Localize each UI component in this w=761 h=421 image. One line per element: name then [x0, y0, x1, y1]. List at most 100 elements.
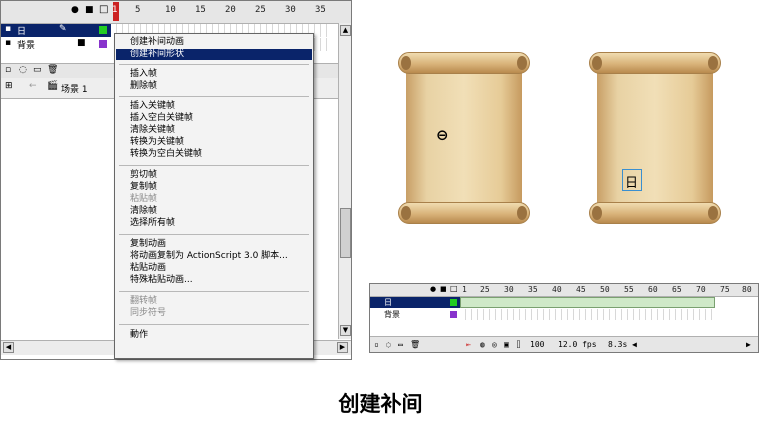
scroll-top-roll [398, 52, 530, 74]
timeline-status-bar: ▫ ◌ ▭ 🗑 ⇤ ◍ ◎ ▣ ⌷ 100 12.0 fps 8.3s ◀ ▶ [370, 336, 758, 352]
layer-row[interactable]: ▪ 日 ✎ [1, 24, 111, 37]
menu-item-delete-frame[interactable]: 删除帧 [116, 81, 312, 92]
menu-item-paste-motion-special[interactable]: 特殊粘贴动画... [116, 275, 312, 286]
lock-icon[interactable]: ■ [440, 285, 447, 293]
menu-item-clear-frames[interactable]: 清除帧 [116, 206, 312, 217]
outline-icon[interactable]: □ [450, 284, 458, 293]
scroll-left-icon[interactable]: ◀ [3, 342, 14, 353]
timeline-panel-small: ● ■ □ 1 25 30 35 40 45 50 55 60 65 70 75… [369, 283, 759, 353]
shape-tween-span[interactable] [460, 297, 715, 308]
layer-color-swatch[interactable] [450, 299, 457, 306]
clapper-icon: 🎬 [47, 81, 59, 91]
timeline-header: ● ■ □ 1 25 30 35 40 45 50 55 60 65 70 75… [370, 284, 758, 297]
roll-end [401, 56, 411, 70]
layer-color-swatch[interactable] [99, 40, 107, 48]
context-menu: 创建补间动画 创建补间形状 插入帧 删除帧 插入关键帧 插入空白关键帧 清除关键… [114, 33, 314, 359]
new-layer-icon[interactable]: ▫ [5, 65, 11, 75]
edit-multiple-frames-icon[interactable]: ▣ [504, 340, 509, 349]
layer-color-swatch[interactable] [450, 311, 457, 318]
center-frame-icon[interactable]: ⇤ [466, 340, 471, 349]
layer-name: 日 [384, 298, 392, 307]
menu-item-create-motion-tween[interactable]: 创建补间动画 [116, 37, 312, 48]
layer-row[interactable]: 日 [370, 297, 460, 308]
menu-item-cut-frames[interactable]: 剪切帧 [116, 170, 312, 181]
ruler-number: 25 [255, 5, 266, 15]
frame-row[interactable] [460, 309, 715, 320]
onion-skin-outline-icon[interactable]: ◎ [492, 340, 497, 349]
layer-row[interactable]: 背景 [370, 309, 460, 320]
ruler-number: 35 [528, 285, 538, 294]
menu-item-actions[interactable]: 動作 [116, 330, 312, 341]
shape-glyph[interactable]: ⊖ [436, 126, 449, 144]
menu-item-convert-to-keyframe[interactable]: 转换为关键帧 [116, 137, 312, 148]
delete-layer-icon[interactable]: 🗑 [47, 65, 58, 75]
roll-end [592, 56, 602, 70]
menu-item-copy-motion[interactable]: 复制动画 [116, 239, 312, 250]
ruler-number: 55 [624, 285, 634, 294]
roll-end [517, 56, 527, 70]
scroll-top-roll [589, 52, 721, 74]
scroll-up-icon[interactable]: ▲ [340, 25, 351, 36]
edit-scene-icon[interactable]: ⊞ [5, 81, 13, 91]
scroll-left-icon[interactable]: ◀ [632, 340, 637, 349]
eye-icon[interactable]: ● [430, 285, 436, 293]
layer-row[interactable]: ▪ 背景 ■ [1, 38, 111, 51]
scroll-thumb[interactable] [340, 208, 351, 258]
scroll-paper [597, 68, 713, 208]
ruler-number: 25 [480, 285, 490, 294]
scroll-right-icon[interactable]: ▶ [746, 340, 751, 349]
outline-icon[interactable]: □ [99, 4, 108, 15]
ruler-number: 75 [720, 285, 730, 294]
menu-item-insert-frame[interactable]: 插入帧 [116, 69, 312, 80]
scroll-bottom-roll [398, 202, 530, 224]
scroll-paper [406, 68, 522, 208]
menu-item-clear-keyframe[interactable]: 清除关键帧 [116, 125, 312, 136]
layer-color-swatch[interactable] [99, 26, 107, 34]
lock-icon[interactable]: ■ [85, 5, 94, 15]
lock-icon[interactable]: ■ [77, 38, 86, 48]
ruler-number: 10 [165, 5, 176, 15]
roll-end [708, 56, 718, 70]
ruler-number: 30 [504, 285, 514, 294]
menu-item-create-shape-tween[interactable]: 创建补间形状 [116, 49, 312, 60]
shape-glyph[interactable]: 日 [625, 172, 638, 191]
menu-item-select-all-frames[interactable]: 选择所有帧 [116, 218, 312, 229]
scene-label[interactable]: 场景 1 [61, 82, 88, 95]
add-guide-icon[interactable]: ◌ [386, 340, 391, 349]
ruler-number: 30 [285, 5, 296, 15]
back-arrow-icon[interactable]: ← [29, 81, 37, 91]
vertical-scrollbar[interactable]: ▲ ▼ [338, 23, 351, 339]
menu-separator [119, 234, 309, 235]
menu-item-paste-motion[interactable]: 粘贴动画 [116, 263, 312, 274]
add-guide-icon[interactable]: ◌ [19, 65, 27, 75]
ruler-number: 5 [135, 5, 141, 15]
menu-item-copy-motion-as-as3[interactable]: 将动画复制为 ActionScript 3.0 脚本... [116, 251, 312, 262]
menu-item-convert-to-blank-keyframe[interactable]: 转换为空白关键帧 [116, 149, 312, 160]
delete-layer-icon[interactable]: 🗑 [410, 340, 420, 349]
menu-separator [119, 165, 309, 166]
ruler-number: 60 [648, 285, 658, 294]
eye-icon[interactable]: ● [71, 5, 79, 15]
roll-end [401, 206, 411, 220]
roll-end [517, 206, 527, 220]
modify-onion-markers-icon[interactable]: ⌷ [516, 340, 521, 349]
onion-skin-icon[interactable]: ◍ [480, 340, 485, 349]
layer-name: 日 [17, 27, 27, 37]
new-layer-icon[interactable]: ▫ [374, 340, 379, 349]
new-folder-icon[interactable]: ▭ [33, 65, 42, 75]
ruler-number: 70 [696, 285, 706, 294]
ruler-number: 35 [315, 5, 326, 15]
ruler-number: 15 [195, 5, 206, 15]
new-folder-icon[interactable]: ▭ [398, 340, 403, 349]
menu-item-insert-blank-keyframe[interactable]: 插入空白关键帧 [116, 113, 312, 124]
layer-icon: ▪ [5, 38, 12, 48]
ruler-number: 80 [742, 285, 752, 294]
menu-item-insert-keyframe[interactable]: 插入关键帧 [116, 101, 312, 112]
scroll-down-icon[interactable]: ▼ [340, 325, 351, 336]
scroll-image-left: ⊖ [398, 48, 530, 228]
ruler-number: 40 [552, 285, 562, 294]
frame-rate[interactable]: 12.0 fps [558, 340, 597, 349]
menu-item-paste-frames: 粘贴帧 [130, 194, 158, 204]
scroll-right-icon[interactable]: ▶ [337, 342, 348, 353]
menu-item-copy-frames[interactable]: 复制帧 [116, 182, 312, 193]
